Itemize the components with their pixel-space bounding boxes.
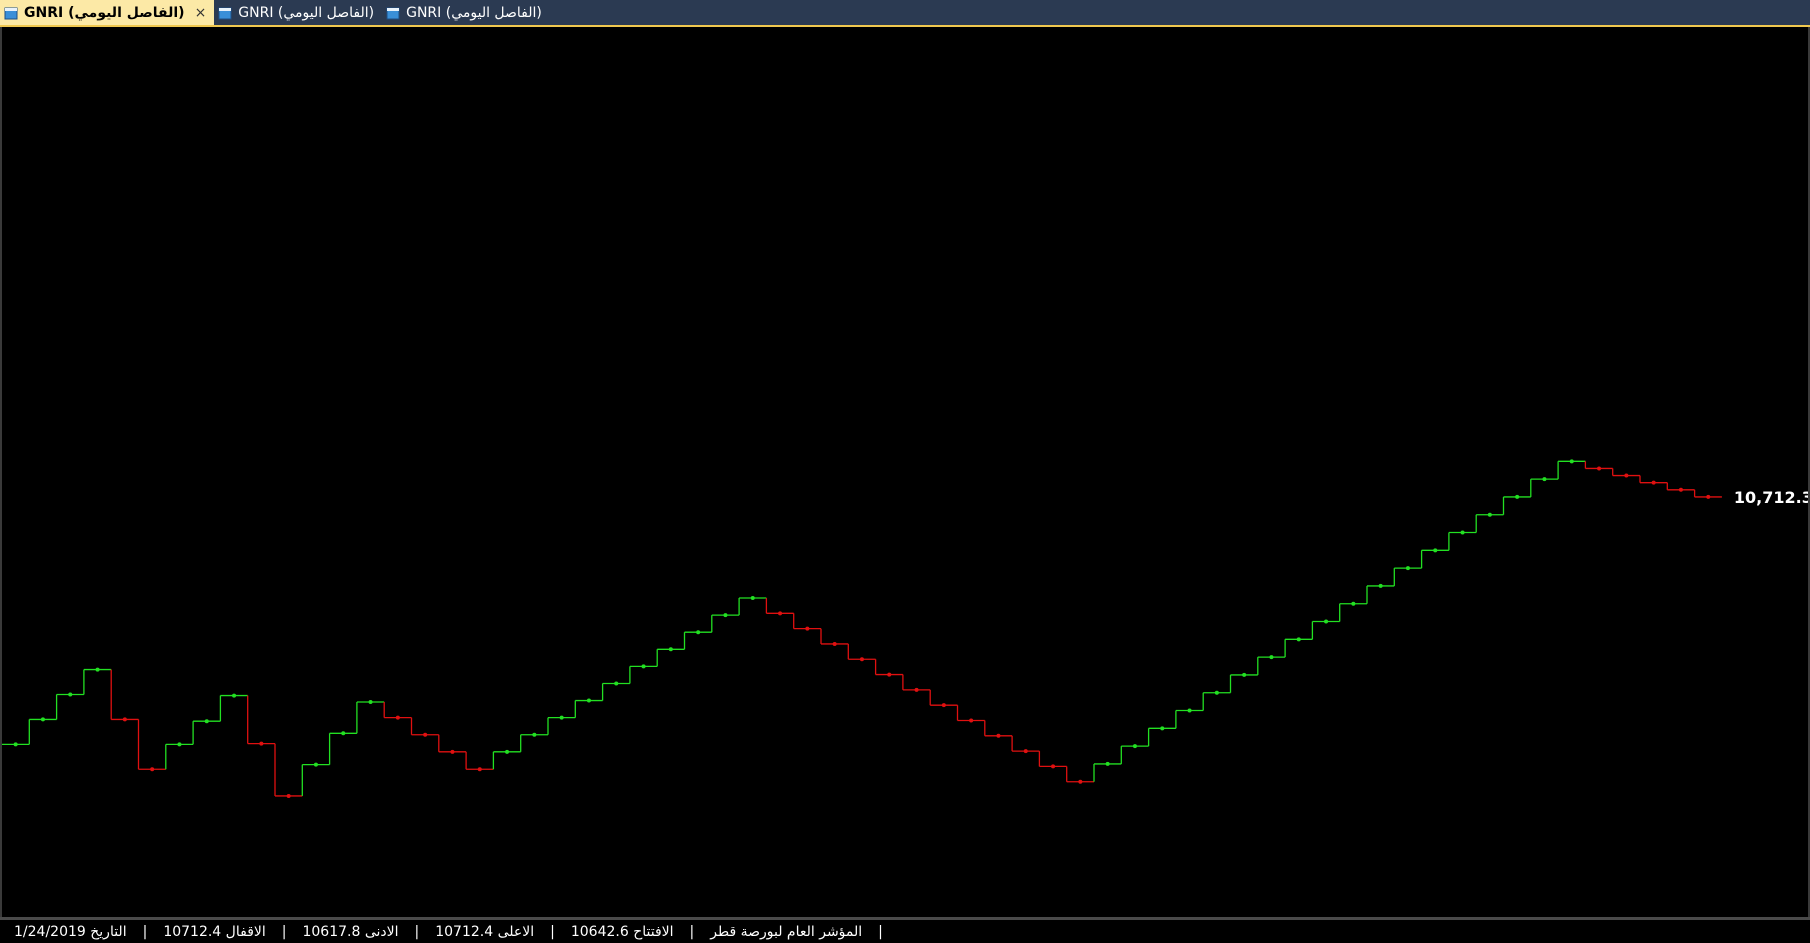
step-point	[778, 611, 783, 616]
step-point	[505, 749, 510, 754]
step-point	[1214, 690, 1219, 695]
status-separator: |	[550, 923, 555, 940]
status-separator: |	[689, 923, 695, 940]
step-point	[177, 742, 182, 747]
step-point	[859, 657, 864, 662]
step-point	[423, 732, 428, 737]
step-point	[122, 717, 127, 722]
step-point	[1023, 749, 1028, 754]
step-point	[477, 767, 482, 772]
tab-gnri-daily-2[interactable]: GNRI (الفاصل اليومي)	[214, 0, 382, 25]
tab-label: GNRI (الفاصل اليومي)	[24, 4, 185, 21]
step-point	[1706, 494, 1711, 499]
step-point	[40, 717, 45, 722]
status-open: الافتتاح 10642.6	[570, 923, 674, 940]
step-point	[969, 718, 974, 723]
step-chart: 10,712.39	[2, 459, 1808, 798]
step-point	[696, 630, 701, 635]
tab-bar: GNRI (الفاصل اليومي) × GNRI (الفاصل اليو…	[0, 0, 1810, 27]
close-icon[interactable]: ×	[195, 5, 207, 21]
step-point	[1351, 601, 1356, 606]
status-close: الاقفال 10712.4	[163, 923, 266, 940]
step-point	[559, 715, 564, 720]
step-point	[805, 626, 810, 631]
step-point	[1051, 764, 1056, 769]
step-point	[1678, 487, 1683, 492]
chart-document-icon	[386, 7, 400, 19]
step-point	[1324, 619, 1329, 624]
chart-steps	[2, 459, 1722, 798]
step-point	[887, 672, 892, 677]
status-high: الاعلى 10712.4	[435, 923, 535, 940]
step-point	[1105, 761, 1110, 766]
status-bar: التاريخ 1/24/2019 | الاقفال 10712.4 | ال…	[0, 917, 1810, 943]
step-point	[1296, 637, 1301, 642]
step-point	[914, 687, 919, 692]
step-point	[1597, 466, 1602, 471]
step-point	[313, 762, 318, 767]
step-point	[996, 733, 1001, 738]
step-point	[95, 667, 100, 672]
chart-area[interactable]: 10,712.39	[0, 27, 1810, 917]
step-point	[1160, 726, 1165, 731]
step-point	[204, 719, 209, 724]
tab-gnri-daily-3[interactable]: GNRI (الفاصل اليومي)	[382, 0, 550, 25]
step-point	[532, 732, 537, 737]
step-point	[1242, 672, 1247, 677]
step-point	[1460, 530, 1465, 535]
status-separator: |	[414, 923, 420, 940]
tab-label: GNRI (الفاصل اليومي)	[238, 4, 375, 21]
step-point	[668, 647, 673, 652]
chart-document-icon	[218, 7, 232, 19]
step-point	[341, 731, 346, 736]
step-point	[832, 641, 837, 646]
tab-gnri-daily-1[interactable]: GNRI (الفاصل اليومي) ×	[0, 0, 215, 25]
step-point	[1378, 583, 1383, 588]
step-point	[586, 698, 591, 703]
step-point	[450, 749, 455, 754]
step-point	[614, 681, 619, 686]
step-point	[368, 699, 373, 704]
step-point	[641, 664, 646, 669]
tab-label: GNRI (الفاصل اليومي)	[406, 4, 542, 21]
step-point	[13, 742, 18, 747]
step-point	[1405, 566, 1410, 571]
step-point	[1078, 779, 1083, 784]
status-low: الادنى 10617.8	[302, 923, 399, 940]
step-point	[1487, 512, 1492, 517]
status-separator: |	[142, 923, 148, 940]
step-point	[232, 693, 237, 698]
status-date: التاريخ 1/24/2019	[14, 923, 127, 940]
status-separator: |	[878, 923, 883, 940]
step-point	[1187, 708, 1192, 713]
chart-document-icon	[4, 7, 18, 19]
step-point	[1433, 548, 1438, 553]
step-point	[1569, 459, 1574, 464]
step-point	[1624, 473, 1629, 478]
step-point	[259, 741, 264, 746]
status-index-name: المؤشر العام لبورصة قطر	[710, 923, 863, 940]
step-point	[286, 793, 291, 798]
step-point	[395, 715, 400, 720]
step-point	[150, 767, 155, 772]
step-point	[1651, 480, 1656, 485]
step-point	[68, 692, 73, 697]
last-value-label: 10,712.39	[1734, 488, 1808, 507]
step-point	[1542, 477, 1547, 482]
step-point	[1269, 655, 1274, 660]
step-point	[941, 703, 946, 708]
step-point	[723, 613, 728, 618]
step-point	[1132, 744, 1137, 749]
status-separator: |	[281, 923, 287, 940]
step-point	[750, 596, 755, 601]
step-point	[1515, 494, 1520, 499]
